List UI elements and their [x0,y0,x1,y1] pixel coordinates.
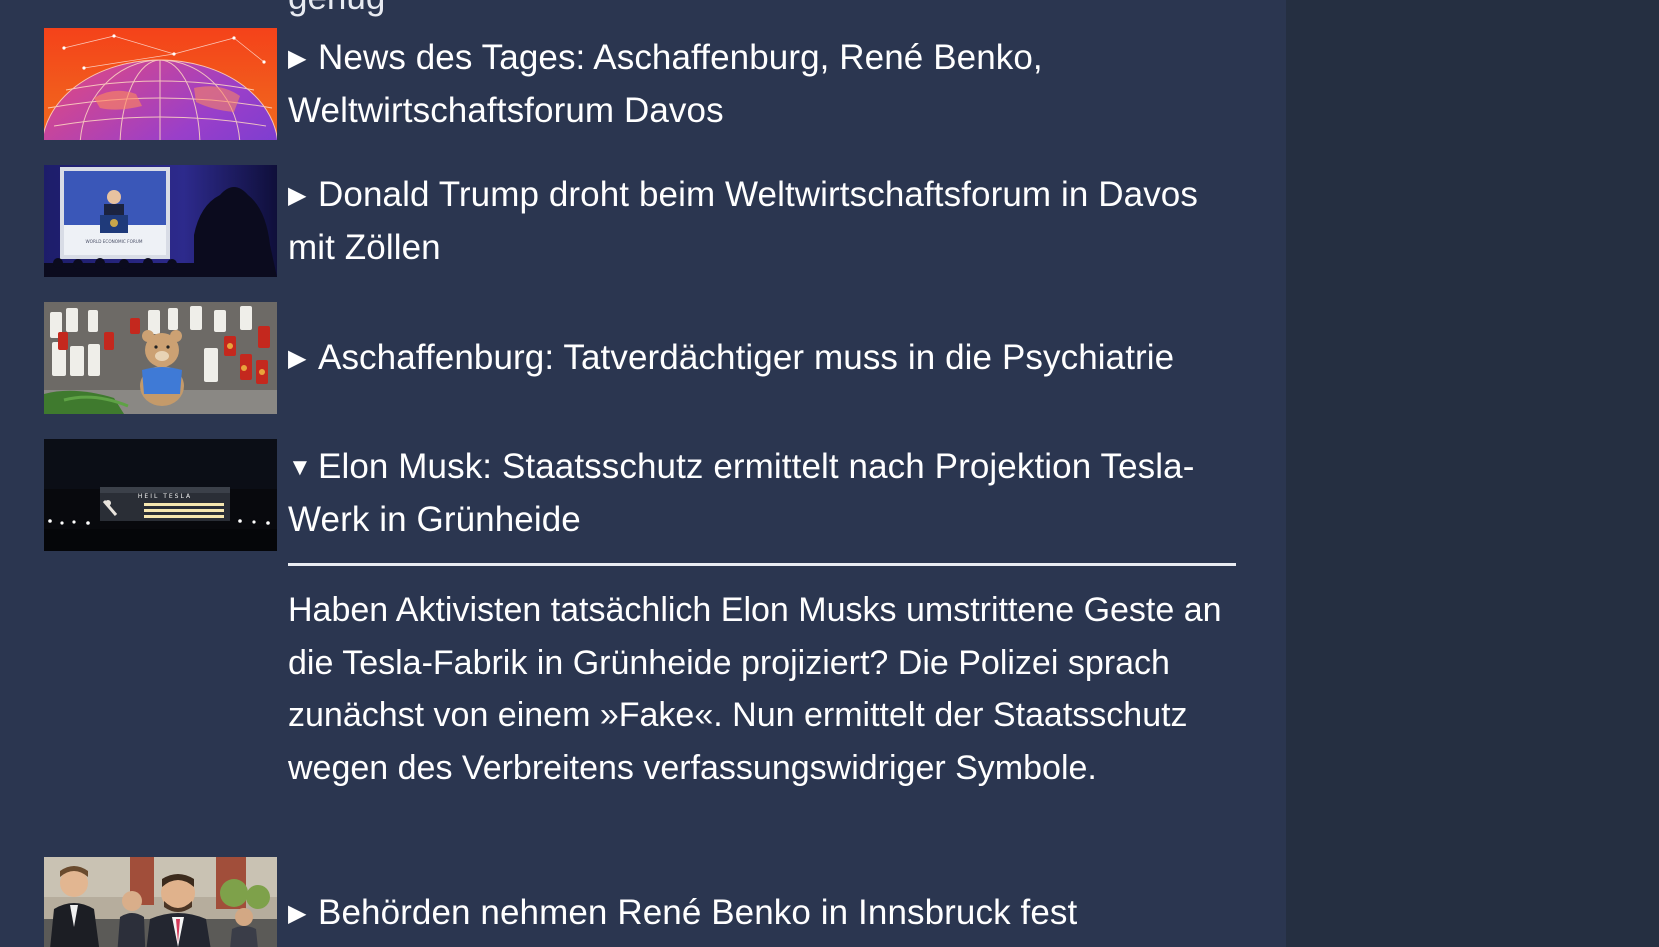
news-item-5[interactable]: ▶ Behörden nehmen René Benko in Innsbruck… [44,857,1236,947]
news-item-title: Elon Musk: Staatsschutz ermittelt nach P… [288,447,1195,539]
news-item-title: Donald Trump droht beim Weltwirtschaftsf… [288,174,1198,267]
globe-illustration-image [44,28,277,140]
benko-arrest-photo-image [44,857,277,947]
collapsed-arrow-icon: ▶ [288,44,307,72]
collapsed-arrow-icon: ▶ [288,899,307,927]
news-item-title: Aschaffenburg: Tatverdächtiger muss in d… [318,337,1175,377]
news-item-headline[interactable]: ▼ Elon Musk: Staatsschutz ermittelt nach … [288,439,1236,546]
right-sidebar-empty [1286,0,1659,947]
news-item-1[interactable]: ▶ News des Tages: Aschaffenburg, René Ben… [44,28,1236,140]
collapsed-arrow-icon: ▶ [288,181,307,209]
news-item-thumbnail-tesla-factory[interactable]: HEIL TESLA [44,439,277,551]
news-item-3[interactable]: ▶ Aschaffenburg: Tatverdächtiger muss in … [44,302,1236,414]
news-item-headline[interactable]: ▶ Donald Trump droht beim Weltwirtschafts… [288,169,1236,274]
davos-stage-photo-image: WORLD ECONOMIC FORUM [44,165,277,277]
news-item-thumbnail-globe[interactable] [44,28,277,140]
memorial-candles-photo-image [44,302,277,414]
news-item-thumbnail-benko[interactable] [44,857,277,947]
building-projection-text: HEIL TESLA [138,493,192,500]
page: genug [0,0,1659,947]
news-item-2[interactable]: WORLD ECONOMIC FORUM ▶ Donald Trump droht… [44,165,1236,277]
expanded-arrow-icon: ▼ [288,454,312,481]
tesla-factory-night-photo-image: HEIL TESLA [44,439,277,551]
news-item-title: Behörden nehmen René Benko in Innsbruck … [318,892,1078,932]
collapsed-arrow-icon: ▶ [288,344,307,372]
news-feed: genug [0,0,1286,947]
expanded-teaser-text: Haben Aktivisten tatsächlich Elon Musks … [288,591,1222,787]
news-item-thumbnail-memorial[interactable] [44,302,277,414]
news-item-headline[interactable]: ▶ News des Tages: Aschaffenburg, René Ben… [288,32,1236,137]
news-item-headline[interactable]: ▶ Aschaffenburg: Tatverdächtiger muss in … [288,332,1236,385]
podium-sign-text: WORLD ECONOMIC FORUM [86,239,143,244]
teaser-divider [288,563,1236,566]
news-item-title: News des Tages: Aschaffenburg, René Benk… [288,37,1043,130]
previous-item-text-fragment: genug [288,0,385,18]
news-item-4-expanded[interactable]: HEIL TESLA ▼ Elon Musk: Staatsschutz erm… [44,439,1236,551]
news-item-headline[interactable]: ▶ Behörden nehmen René Benko in Innsbruck… [288,887,1236,940]
news-item-thumbnail-davos-speech[interactable]: WORLD ECONOMIC FORUM [44,165,277,277]
